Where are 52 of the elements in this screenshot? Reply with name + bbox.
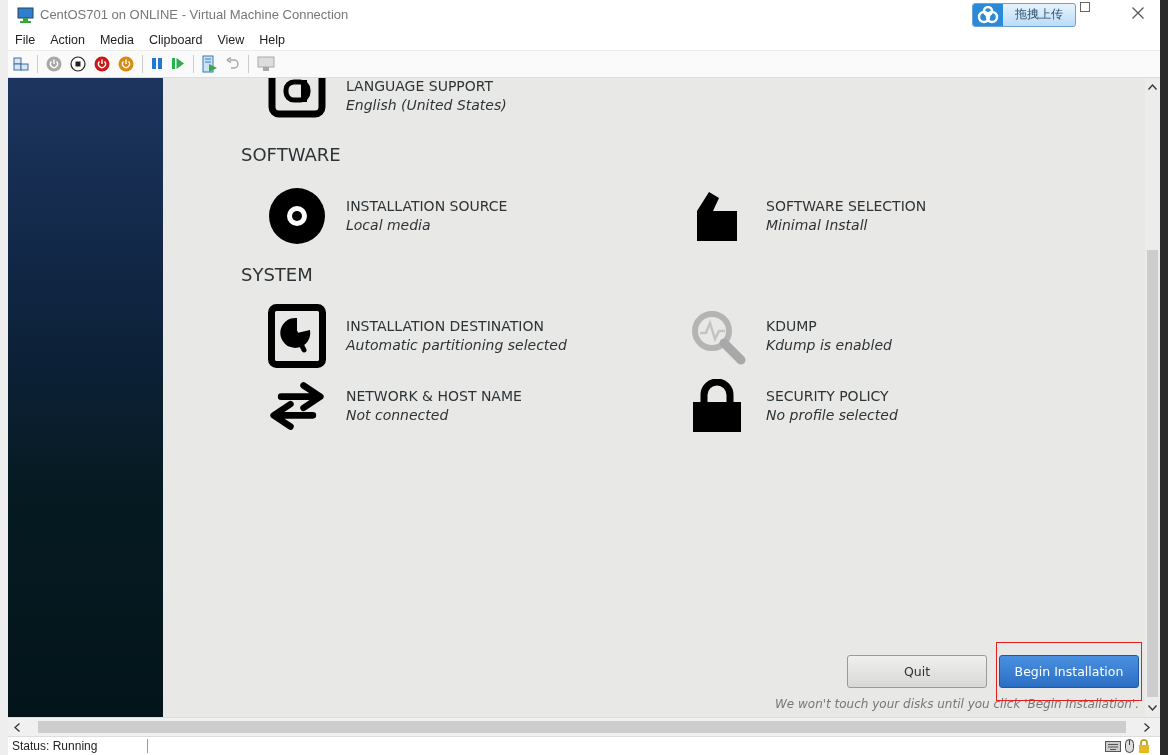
spoke-status: Minimal Install [766, 217, 869, 234]
spoke-title[interactable]: NETWORK & HOST NAME [346, 388, 522, 405]
section-heading: SOFTWARE [241, 143, 342, 168]
scroll-thumb[interactable] [1147, 249, 1158, 698]
stop-icon[interactable] [70, 55, 86, 72]
spoke-title[interactable]: INSTALLATION SOURCE [346, 198, 508, 215]
spoke-status: Local media [346, 217, 432, 234]
menu-item[interactable]: Media [99, 32, 134, 47]
power-icon[interactable] [94, 55, 110, 72]
menu-item[interactable]: File [15, 32, 36, 47]
monitor-icon [17, 6, 34, 23]
begin-button[interactable]: Begin Installation [999, 655, 1139, 689]
spoke-title[interactable]: KDUMP [766, 318, 892, 335]
spoke-title[interactable]: INSTALLATION DESTINATION [346, 318, 567, 335]
play-icon[interactable] [171, 57, 185, 71]
spoke-title[interactable]: SECURITY POLICY [766, 388, 898, 405]
spoke-status: Automatic partitioning selected [346, 337, 567, 354]
section-heading: SYSTEM [241, 263, 314, 288]
close-icon[interactable] [1132, 6, 1144, 19]
spoke-status: Kdump is enabled [766, 337, 892, 354]
vertical-scrollbar[interactable] [1145, 77, 1160, 718]
lock-icon [692, 378, 742, 433]
power-icon[interactable] [118, 55, 134, 72]
disc-icon [268, 186, 326, 245]
upload-button[interactable]: 拖拽上传 [972, 2, 1076, 27]
menu-item[interactable]: View [217, 32, 245, 47]
horizontal-scrollbar[interactable] [8, 717, 1160, 736]
warning-note: We won't touch your disks until you click 'Begin Installation'. [774, 697, 1139, 712]
scroll-up-icon[interactable] [1148, 83, 1157, 90]
maximize-icon[interactable] [1080, 1, 1090, 12]
language-icon [268, 77, 326, 118]
lock-icon [1138, 739, 1150, 753]
spoke-title[interactable]: SOFTWARE SELECTION [766, 198, 927, 215]
keyboard-icon [1105, 740, 1121, 752]
scroll-down-icon[interactable] [1148, 705, 1157, 712]
quit-button[interactable]: Quit [847, 655, 987, 689]
window-title: CentOS701 on ONLINE - Virtual Machine Connection [40, 7, 349, 23]
spoke-status: No profile selected [766, 407, 898, 424]
scroll-left-icon[interactable] [14, 722, 20, 732]
snapshot-icon[interactable] [202, 54, 218, 73]
spoke-title[interactable]: LANGUAGE SUPPORT [346, 78, 507, 95]
menu-item[interactable]: Help [259, 32, 286, 47]
spoke-status: English (United States) [346, 97, 507, 114]
cloud-icon [973, 3, 1003, 26]
scroll-thumb[interactable] [38, 721, 1126, 734]
status-text: Status: Running [12, 739, 149, 753]
windows-icon[interactable] [13, 56, 29, 71]
spoke-status: Not connected [346, 407, 450, 424]
scroll-right-icon[interactable] [1144, 722, 1150, 732]
menu-item[interactable]: Action [50, 32, 85, 47]
menu-item[interactable]: Clipboard [148, 32, 203, 47]
pause-icon[interactable] [151, 57, 163, 71]
